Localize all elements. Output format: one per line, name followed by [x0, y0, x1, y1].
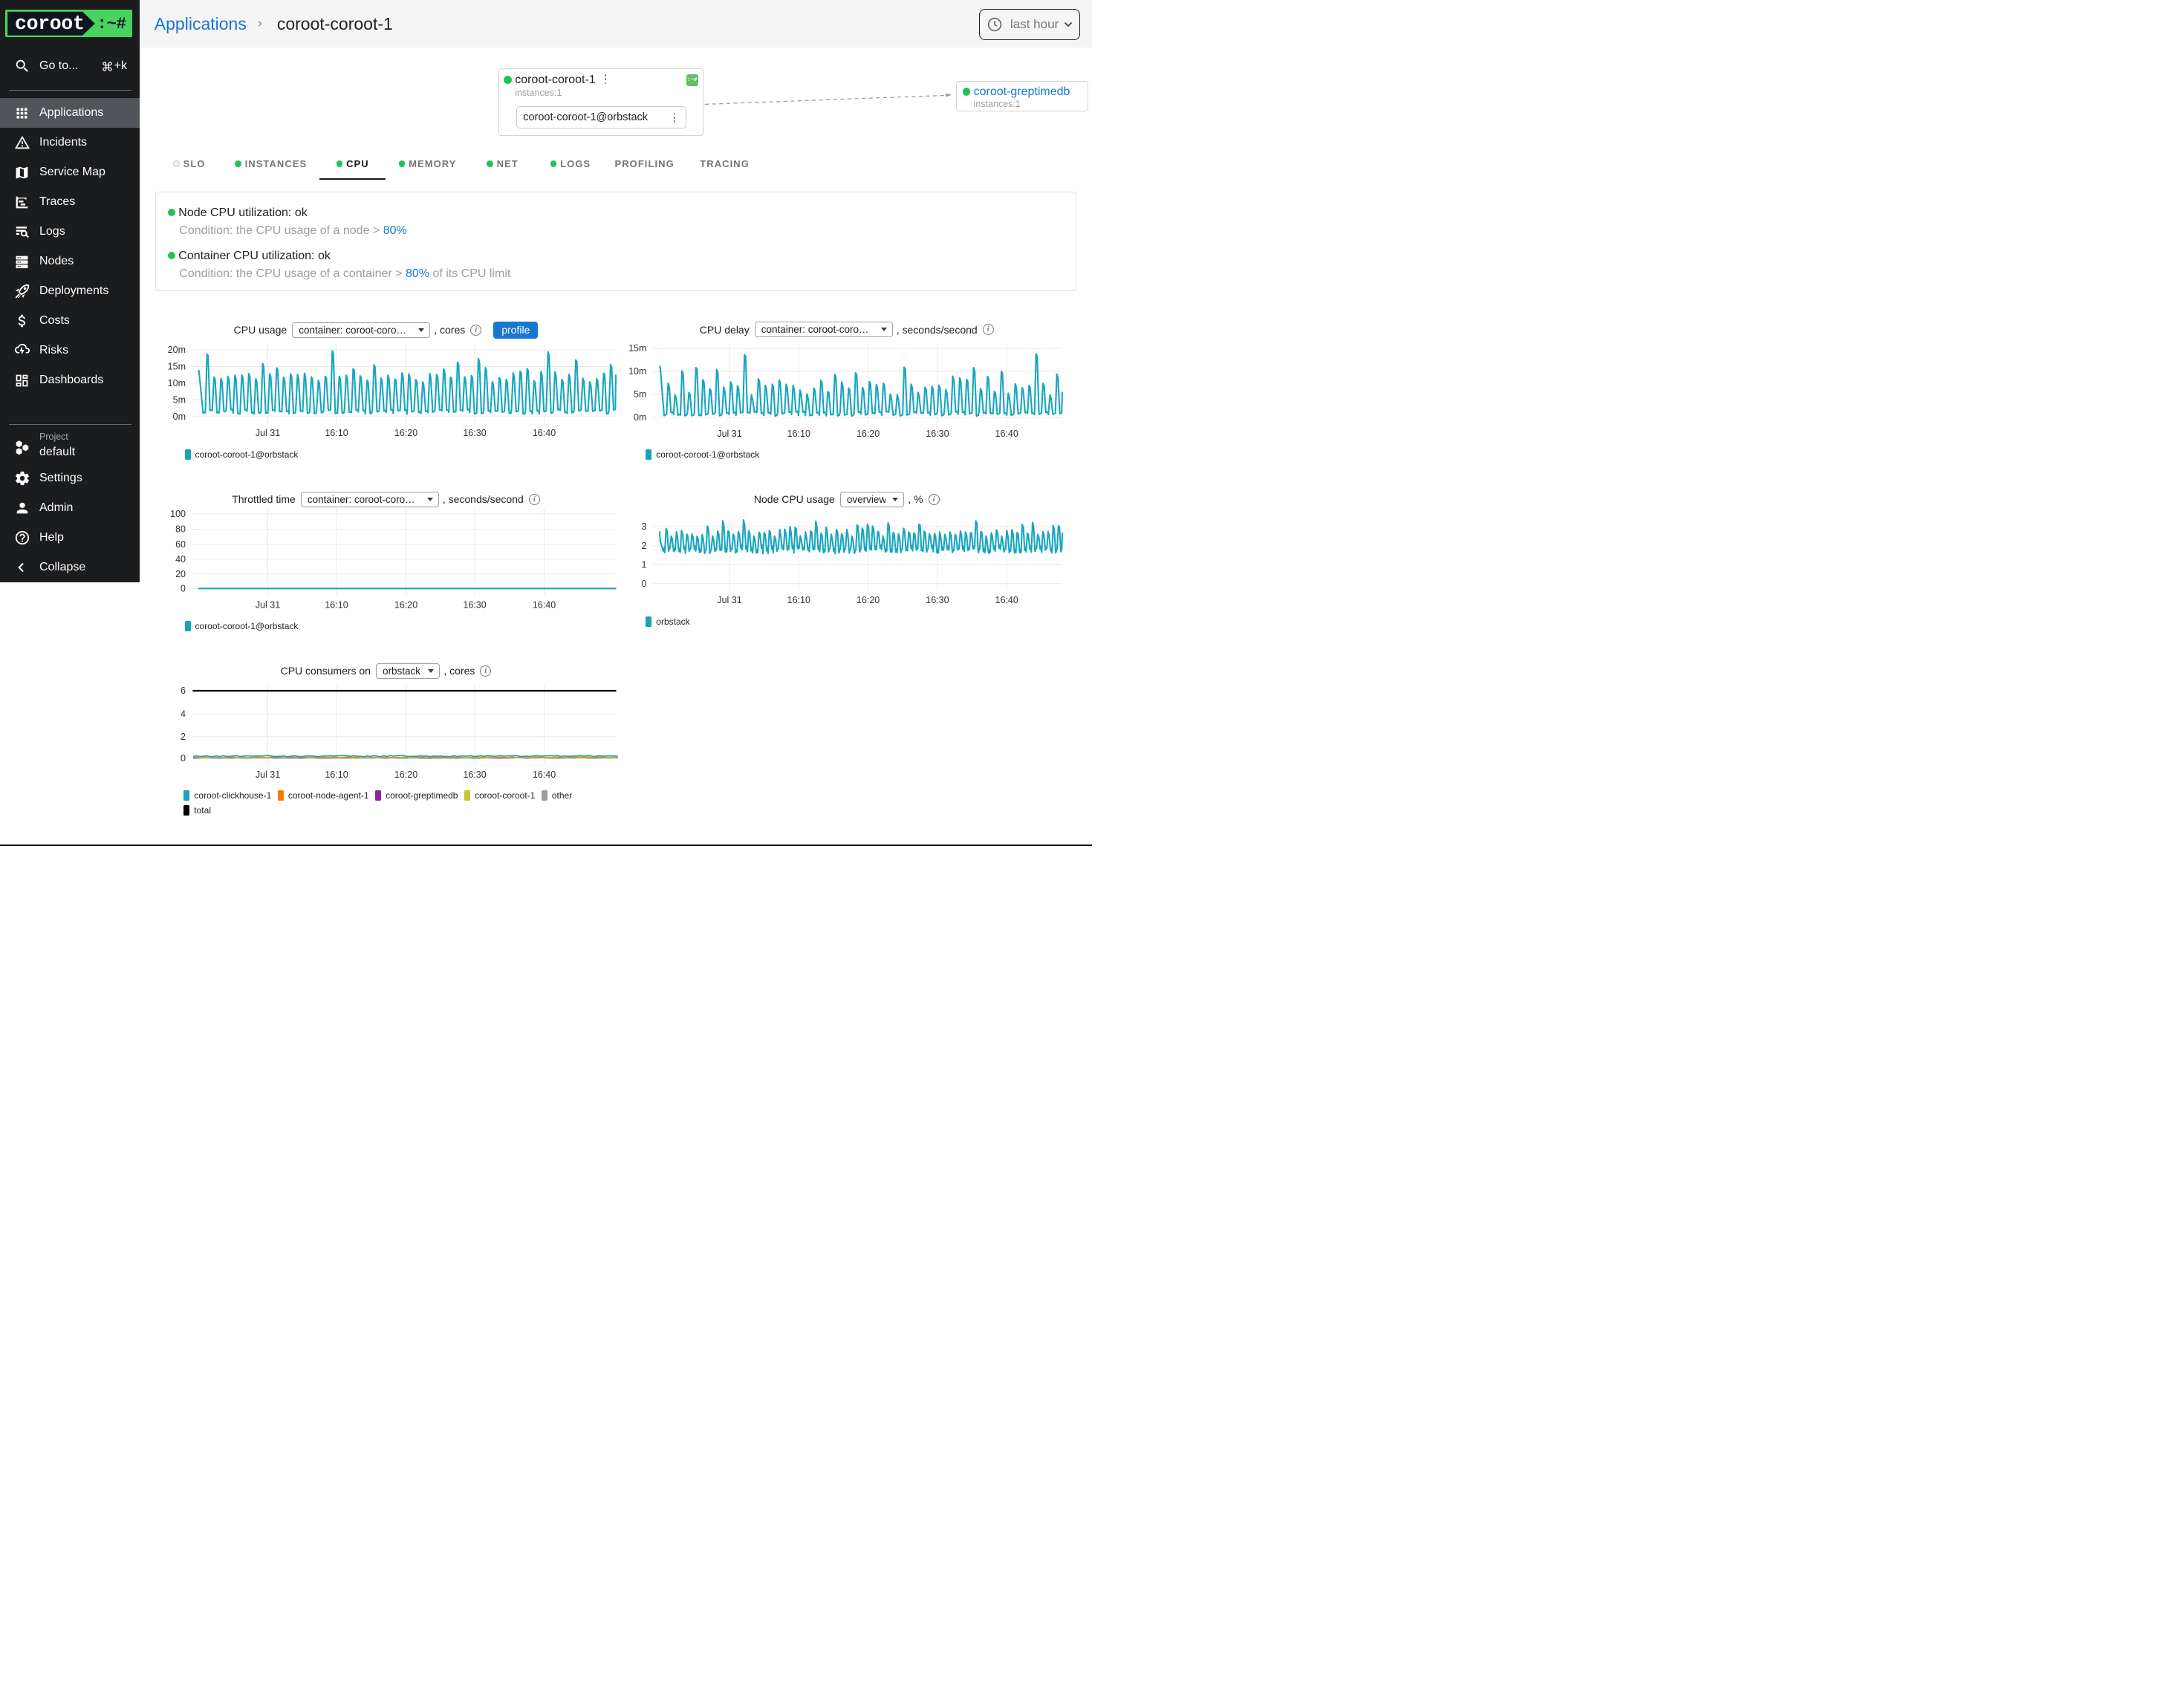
svg-text:16:10: 16:10 [325, 428, 348, 438]
svg-text:0: 0 [641, 579, 646, 589]
svg-text:2: 2 [641, 541, 646, 551]
svg-text:0m: 0m [634, 412, 646, 423]
svg-text:16:40: 16:40 [533, 769, 556, 780]
svg-text:16:30: 16:30 [463, 769, 486, 780]
svg-text:16:40: 16:40 [533, 428, 556, 438]
svg-text:10m: 10m [168, 378, 186, 388]
svg-text:3: 3 [641, 521, 646, 532]
svg-text:0: 0 [181, 753, 186, 764]
svg-text:4: 4 [181, 709, 186, 720]
svg-text:16:10: 16:10 [787, 429, 810, 439]
svg-text:2: 2 [181, 732, 186, 742]
svg-text:60: 60 [175, 539, 186, 550]
svg-text:6: 6 [181, 686, 186, 696]
svg-text:0m: 0m [173, 411, 186, 422]
svg-text:16:30: 16:30 [926, 429, 949, 439]
svg-text:15m: 15m [628, 343, 646, 354]
svg-text:Jul 31: Jul 31 [256, 428, 280, 438]
svg-text:16:20: 16:20 [394, 428, 417, 438]
svg-text:16:10: 16:10 [325, 769, 348, 780]
svg-text:16:20: 16:20 [394, 599, 417, 610]
svg-text:Jul 31: Jul 31 [717, 595, 741, 605]
svg-text:16:40: 16:40 [995, 429, 1018, 439]
svg-text:5m: 5m [173, 395, 186, 406]
svg-text:10m: 10m [628, 366, 646, 377]
svg-text:16:10: 16:10 [325, 599, 348, 610]
svg-text:40: 40 [175, 554, 186, 564]
svg-text:15m: 15m [168, 362, 186, 372]
svg-text:80: 80 [175, 524, 186, 535]
svg-text:20: 20 [175, 569, 186, 579]
svg-text:0: 0 [181, 584, 186, 594]
svg-text:5m: 5m [634, 389, 646, 400]
svg-text:20m: 20m [168, 345, 186, 355]
svg-text:16:20: 16:20 [857, 595, 880, 605]
svg-text:100: 100 [170, 509, 186, 519]
svg-text:16:20: 16:20 [857, 429, 880, 439]
svg-text:Jul 31: Jul 31 [717, 429, 741, 439]
svg-text:1: 1 [641, 559, 646, 570]
svg-text:16:40: 16:40 [533, 599, 556, 610]
svg-text:16:10: 16:10 [787, 595, 810, 605]
svg-text:16:30: 16:30 [926, 595, 949, 605]
svg-text:16:30: 16:30 [463, 428, 486, 438]
svg-text:Jul 31: Jul 31 [256, 769, 280, 780]
svg-text:16:20: 16:20 [394, 769, 417, 780]
svg-text:16:30: 16:30 [463, 599, 486, 610]
svg-text:16:40: 16:40 [995, 595, 1018, 605]
svg-text:Jul 31: Jul 31 [256, 599, 280, 610]
